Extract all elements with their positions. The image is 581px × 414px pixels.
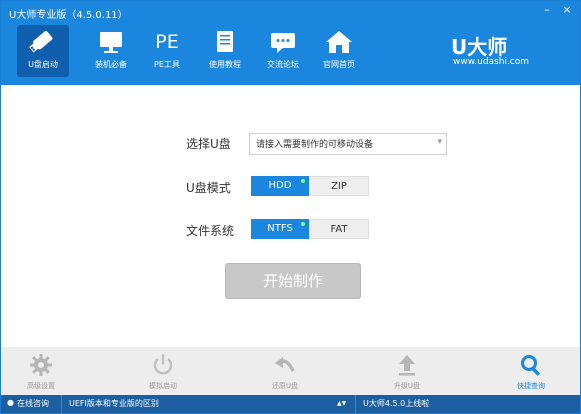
restore-usb-button[interactable]: 还原U盘 xyxy=(255,351,315,393)
power-icon xyxy=(153,354,173,375)
bottom-toolbar: 高级设置 模拟启动 还原U盘 升级U盘 快捷查询 xyxy=(1,347,580,395)
mode-option-hdd[interactable]: HDD xyxy=(251,176,309,196)
nav-label: U盘启动 xyxy=(28,60,58,69)
start-make-button[interactable]: 开始制作 xyxy=(225,263,361,299)
nav-tutorial[interactable]: 使用教程 xyxy=(199,25,251,77)
status-bar: ● 在线咨询 UEFI版本和专业版的区别 ▲▼ U大师4.5.0上线啦 xyxy=(1,395,580,413)
nav-forum[interactable]: 交流论坛 xyxy=(257,25,309,77)
close-button[interactable]: × xyxy=(559,3,575,17)
fs-option-label: NTFS xyxy=(267,223,293,234)
usb-mode-label: U盘模式 xyxy=(186,181,231,195)
nav-usb-boot[interactable]: U盘启动 xyxy=(17,25,69,77)
version-notice-link[interactable]: U大师4.5.0上线啦 xyxy=(363,398,429,409)
quick-query-button[interactable]: 快捷查询 xyxy=(501,351,561,393)
upload-arrow-icon xyxy=(399,355,415,376)
advanced-settings-button[interactable]: 高级设置 xyxy=(11,351,71,393)
nav-label: 官网首页 xyxy=(323,60,355,69)
undo-arrow-icon xyxy=(275,357,295,372)
brand-logo: U大师 www.udashi.com xyxy=(451,31,541,71)
selected-indicator-icon xyxy=(301,179,305,183)
mode-option-label: HDD xyxy=(268,180,292,191)
top-bar: U大师专业版（4.5.0.11） – × U盘启动 装机必备 PE PE工具 使… xyxy=(1,1,580,85)
tool-label: 高级设置 xyxy=(27,382,55,390)
news-ticker-link[interactable]: UEFI版本和专业版的区别 xyxy=(69,398,159,409)
mode-option-label: ZIP xyxy=(331,181,347,192)
online-consult-link[interactable]: 在线咨询 xyxy=(17,398,49,409)
status-divider xyxy=(355,395,356,413)
usb-drive-icon xyxy=(29,31,53,53)
file-system-label: 文件系统 xyxy=(186,224,235,238)
monitor-icon xyxy=(100,32,122,53)
tool-label: 快捷查询 xyxy=(517,382,545,390)
upgrade-usb-button[interactable]: 升级U盘 xyxy=(377,351,437,393)
nav-label: 交流论坛 xyxy=(267,60,299,69)
online-consult-icon: ● xyxy=(7,398,14,407)
pe-text-icon: PE xyxy=(155,31,179,53)
nav-label: PE工具 xyxy=(154,60,180,69)
nav-label: 装机必备 xyxy=(95,60,127,69)
minimize-button[interactable]: – xyxy=(539,3,555,17)
usb-select-label: 选择U盘 xyxy=(186,137,231,151)
selected-indicator-icon xyxy=(301,222,305,226)
status-divider xyxy=(61,395,62,413)
tool-label: 还原U盘 xyxy=(271,382,299,390)
brand-logo-text: U大师 xyxy=(451,35,508,59)
chat-bubble-icon xyxy=(271,33,295,53)
ticker-scroll-arrows-icon[interactable]: ▲▼ xyxy=(337,400,346,407)
tool-label: 模拟启动 xyxy=(149,382,177,390)
nav-homepage[interactable]: 官网首页 xyxy=(313,25,365,77)
fs-option-fat[interactable]: FAT xyxy=(309,219,369,239)
fs-option-ntfs[interactable]: NTFS xyxy=(251,219,309,239)
simulate-boot-button[interactable]: 模拟启动 xyxy=(133,351,193,393)
fs-option-label: FAT xyxy=(330,224,348,235)
app-window: U大师专业版（4.5.0.11） – × U盘启动 装机必备 PE PE工具 使… xyxy=(0,0,581,414)
window-title: U大师专业版（4.5.0.11） xyxy=(9,10,128,21)
usb-select-value: 请接入需要制作的可移动设备 xyxy=(256,140,374,150)
nav-label: 使用教程 xyxy=(209,60,241,69)
magnifier-icon xyxy=(521,355,540,376)
usb-device-select[interactable]: 请接入需要制作的可移动设备 ▾ xyxy=(249,133,447,155)
nav-essentials[interactable]: 装机必备 xyxy=(85,25,137,77)
tool-label: 升级U盘 xyxy=(393,382,421,390)
brand-url: www.udashi.com xyxy=(453,57,530,67)
nav-pe-tools[interactable]: PE PE工具 xyxy=(141,25,193,77)
gear-icon xyxy=(30,354,52,376)
mode-option-zip[interactable]: ZIP xyxy=(309,176,369,196)
chevron-down-icon: ▾ xyxy=(437,137,442,147)
home-icon xyxy=(326,31,352,53)
book-icon xyxy=(217,31,233,52)
